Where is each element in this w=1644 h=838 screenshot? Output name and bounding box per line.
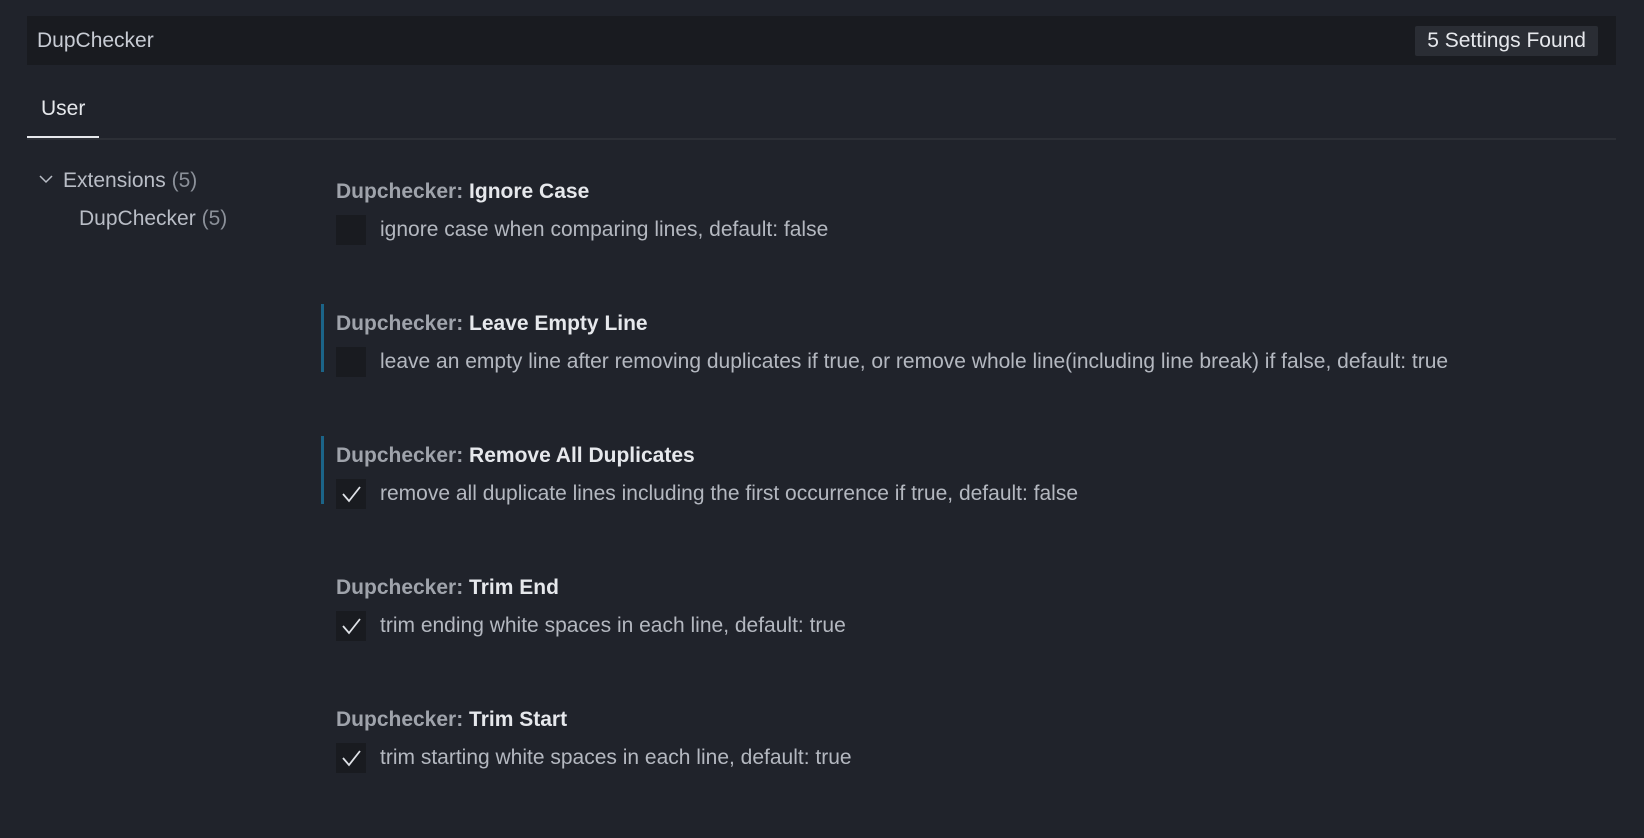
setting-name: Ignore Case (469, 180, 590, 203)
trim-end-checkbox[interactable] (336, 611, 366, 641)
trim-start-checkbox[interactable] (336, 743, 366, 773)
setting-name: Remove All Duplicates (469, 444, 695, 467)
chevron-down-icon (39, 173, 53, 185)
modified-indicator (321, 304, 324, 372)
checkmark-icon (342, 486, 361, 503)
settings-scope-tabbar: User (27, 86, 1616, 140)
toc-item-dupchecker[interactable]: DupChecker (5) (33, 200, 333, 238)
leave-empty-line-checkbox[interactable] (336, 347, 366, 377)
setting-leave-empty-line: Dupchecker: Leave Empty Line leave an em… (321, 304, 1626, 442)
modified-indicator (321, 436, 324, 504)
setting-category: Dupchecker: (336, 708, 470, 731)
setting-description: ignore case when comparing lines, defaul… (380, 218, 829, 241)
tab-user[interactable]: User (27, 86, 100, 138)
setting-trim-start: Dupchecker: Trim Start trim starting whi… (336, 706, 1626, 838)
setting-name: Trim End (469, 576, 559, 599)
setting-description: remove all duplicate lines including the… (380, 482, 1079, 505)
setting-title: Dupchecker: Ignore Case (336, 178, 1626, 206)
toc-item-count: (5) (201, 207, 228, 230)
setting-remove-all-duplicates: Dupchecker: Remove All Duplicates remove… (321, 436, 1626, 574)
setting-category: Dupchecker: (336, 576, 470, 599)
settings-search-bar: 5 Settings Found (27, 16, 1616, 65)
remove-all-duplicates-checkbox[interactable] (336, 479, 366, 509)
ignore-case-checkbox[interactable] (336, 215, 366, 245)
setting-title: Dupchecker: Trim End (336, 574, 1626, 602)
toc-group-extensions[interactable]: Extensions (5) (33, 162, 333, 200)
setting-title: Dupchecker: Leave Empty Line (336, 310, 1626, 338)
toc-group-count: (5) (171, 169, 198, 192)
settings-table-of-contents: Extensions (5) DupChecker (5) (33, 162, 333, 238)
setting-category: Dupchecker: (336, 312, 470, 335)
toc-group-label: Extensions (63, 169, 166, 192)
setting-category: Dupchecker: (336, 444, 470, 467)
setting-title: Dupchecker: Trim Start (336, 706, 1626, 734)
setting-category: Dupchecker: (336, 180, 470, 203)
settings-list: Dupchecker: Ignore Case ignore case when… (321, 178, 1626, 838)
checkmark-icon (342, 750, 361, 767)
setting-trim-end: Dupchecker: Trim End trim ending white s… (336, 574, 1626, 706)
setting-description: leave an empty line after removing dupli… (380, 350, 1449, 373)
setting-name: Leave Empty Line (469, 312, 648, 335)
setting-name: Trim Start (469, 708, 568, 731)
setting-title: Dupchecker: Remove All Duplicates (336, 442, 1626, 470)
setting-description: trim starting white spaces in each line,… (380, 746, 852, 769)
toc-item-label: DupChecker (79, 207, 196, 230)
settings-search-input[interactable] (27, 16, 1327, 65)
setting-ignore-case: Dupchecker: Ignore Case ignore case when… (336, 178, 1626, 310)
results-count-badge: 5 Settings Found (1415, 26, 1598, 56)
setting-description: trim ending white spaces in each line, d… (380, 614, 846, 637)
checkmark-icon (342, 618, 361, 635)
